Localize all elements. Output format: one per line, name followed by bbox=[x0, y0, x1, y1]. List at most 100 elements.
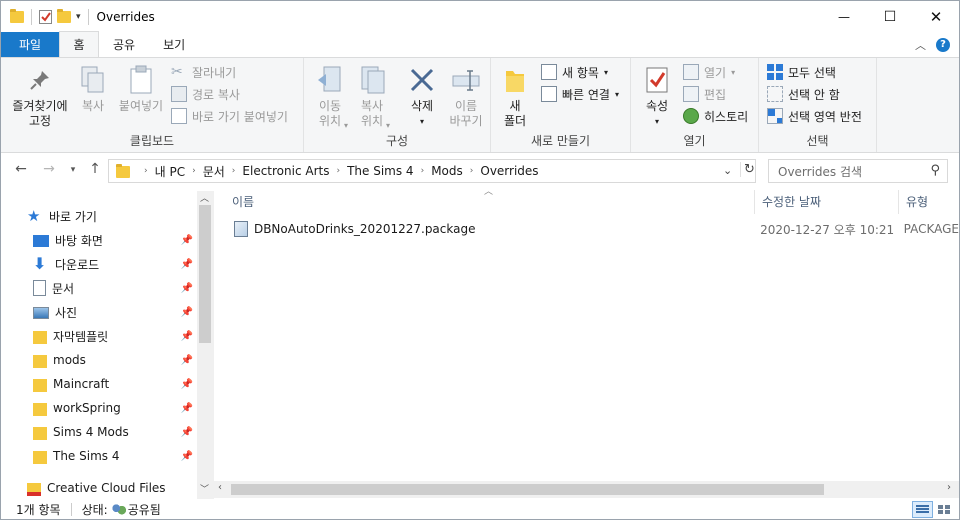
sidebar-item-label: workSpring bbox=[53, 401, 121, 415]
clipboard-group-label: 클립보드 bbox=[129, 134, 175, 148]
chevron-right-icon[interactable]: › bbox=[419, 166, 427, 176]
chevron-right-icon[interactable]: › bbox=[142, 166, 150, 176]
sidebar-item-folder[interactable]: Sims 4 Mods 📌 bbox=[33, 420, 197, 444]
move-to-button[interactable]: 이동 위치 ▾ bbox=[310, 64, 350, 130]
crumb-overrides[interactable]: Overrides bbox=[475, 164, 543, 178]
chevron-right-icon[interactable]: › bbox=[190, 166, 198, 176]
maximize-button[interactable]: ☐ bbox=[867, 1, 913, 32]
new-group-label: 새로 만들기 bbox=[530, 134, 590, 148]
tab-view[interactable]: 보기 bbox=[149, 32, 199, 57]
pin-icon[interactable]: 📌 bbox=[181, 235, 193, 246]
close-button[interactable]: ✕ bbox=[913, 1, 959, 32]
pin-icon[interactable]: 📌 bbox=[181, 331, 193, 342]
file-name: DBNoAutoDrinks_20201227.package bbox=[253, 222, 476, 236]
pin-icon[interactable]: 📌 bbox=[181, 283, 193, 294]
table-row[interactable]: DBNoAutoDrinks_20201227.package 2020-12-… bbox=[228, 218, 959, 240]
pin-icon[interactable]: 📌 bbox=[181, 427, 193, 438]
sidebar-item-downloads[interactable]: ⬇ 다운로드 📌 bbox=[33, 252, 197, 276]
large-icons-view-button[interactable] bbox=[934, 501, 955, 518]
search-input[interactable]: Overrides 검색 ⚲ bbox=[768, 159, 948, 183]
scissors-icon: ✂ bbox=[171, 64, 183, 80]
new-item-button[interactable]: 새 항목 ▾ bbox=[541, 62, 608, 82]
rename-button[interactable]: 이름 바꾸기 bbox=[444, 64, 488, 129]
sidebar-item-folder[interactable]: 자막템플릿 📌 bbox=[33, 324, 197, 348]
address-bar[interactable]: › 내 PC › 문서 › Electronic Arts › The Sims… bbox=[108, 159, 756, 183]
chevron-right-icon[interactable]: › bbox=[468, 166, 476, 176]
paste-button[interactable]: 붙여넣기 bbox=[113, 64, 169, 114]
paste-shortcut-button[interactable]: 바로 가기 붙여넣기 bbox=[171, 106, 288, 126]
easy-access-button[interactable]: 빠른 연결 ▾ bbox=[541, 84, 619, 104]
pin-icon[interactable]: 📌 bbox=[181, 451, 193, 462]
minimize-button[interactable]: — bbox=[821, 1, 867, 32]
invert-selection-button[interactable]: 선택 영역 반전 bbox=[767, 106, 862, 126]
scroll-left-icon[interactable]: ‹ bbox=[218, 482, 222, 493]
select-all-button[interactable]: 모두 선택 bbox=[767, 62, 836, 82]
back-arrow-icon[interactable]: ← bbox=[11, 161, 31, 177]
sidebar-item-creative-cloud[interactable]: Creative Cloud Files bbox=[27, 476, 197, 499]
sidebar-item-folder[interactable]: The Sims 4 📌 bbox=[33, 444, 197, 468]
sidebar-item-desktop[interactable]: 바탕 화면 📌 bbox=[33, 228, 197, 252]
crumb-electronic-arts[interactable]: Electronic Arts bbox=[237, 164, 334, 178]
crumb-mods[interactable]: Mods bbox=[426, 164, 468, 178]
sidebar-item-documents[interactable]: 문서 📌 bbox=[33, 276, 197, 300]
crumb-this-pc[interactable]: 내 PC bbox=[150, 163, 190, 180]
help-icon[interactable]: ? bbox=[936, 37, 950, 52]
forward-arrow-icon[interactable]: → bbox=[39, 161, 59, 177]
copy-to-button[interactable]: 복사 위치 ▾ bbox=[352, 64, 392, 130]
clipboard-group: 즐겨찾기에 고정 복사 붙여넣기 ✂ 잘라내기 경로 복사 바로 가기 붙여넣기… bbox=[1, 58, 304, 152]
sidebar-item-folder[interactable]: Maincraft 📌 bbox=[33, 372, 197, 396]
new-folder-button[interactable]: 새 폴더 bbox=[497, 64, 533, 129]
sidebar-scrollbar[interactable]: ︿ ﹀ bbox=[197, 191, 214, 499]
properties-button[interactable]: 속성 ▾ bbox=[637, 64, 677, 129]
select-group-label: 선택 bbox=[806, 134, 829, 148]
easy-access-icon bbox=[541, 86, 557, 102]
select-all-icon bbox=[767, 64, 783, 80]
chevron-right-icon[interactable]: › bbox=[230, 166, 238, 176]
tab-file[interactable]: 파일 bbox=[1, 32, 59, 57]
select-none-label: 선택 안 함 bbox=[788, 87, 840, 102]
pin-icon[interactable]: 📌 bbox=[181, 259, 193, 270]
tab-share[interactable]: 공유 bbox=[99, 32, 149, 57]
column-header-name[interactable]: 이름 bbox=[232, 188, 254, 214]
scroll-right-icon[interactable]: › bbox=[947, 482, 951, 493]
copy-button[interactable]: 복사 bbox=[73, 64, 113, 114]
status-value: 공유됨 bbox=[127, 503, 161, 517]
properties-check-icon[interactable] bbox=[39, 9, 52, 24]
refresh-icon[interactable]: ↻ bbox=[740, 162, 755, 177]
collapse-ribbon-icon[interactable]: ︿ bbox=[915, 37, 926, 53]
pin-icon[interactable]: 📌 bbox=[181, 403, 193, 414]
sidebar-item-folder[interactable]: workSpring 📌 bbox=[33, 396, 197, 420]
select-none-button[interactable]: 선택 안 함 bbox=[767, 84, 840, 104]
delete-button[interactable]: 삭제 ▾ bbox=[402, 64, 442, 129]
crumb-the-sims-4[interactable]: The Sims 4 bbox=[342, 164, 418, 178]
details-view-button[interactable] bbox=[912, 501, 933, 518]
crumb-documents[interactable]: 문서 bbox=[198, 163, 230, 180]
scroll-up-icon[interactable]: ︿ bbox=[200, 191, 209, 204]
pin-icon[interactable]: 📌 bbox=[181, 307, 193, 318]
column-header-type[interactable]: 유형 bbox=[906, 188, 928, 214]
sidebar-item-folder[interactable]: mods 📌 bbox=[33, 348, 197, 372]
cut-button[interactable]: ✂ 잘라내기 bbox=[171, 62, 236, 82]
edit-button[interactable]: 편집 bbox=[683, 84, 726, 104]
pin-icon[interactable]: 📌 bbox=[181, 379, 193, 390]
recent-locations-chevron-icon[interactable]: ▾ bbox=[63, 165, 83, 175]
delete-label: 삭제 bbox=[410, 99, 434, 113]
open-button[interactable]: 열기 ▾ bbox=[683, 62, 735, 82]
pin-quick-access-button[interactable]: 즐겨찾기에 고정 bbox=[7, 64, 73, 129]
chevron-right-icon[interactable]: › bbox=[334, 166, 342, 176]
history-button[interactable]: 히스토리 bbox=[683, 106, 748, 126]
scroll-down-icon[interactable]: ﹀ bbox=[200, 482, 209, 495]
column-header-date[interactable]: 수정한 날짜 bbox=[762, 188, 821, 214]
pin-icon[interactable]: 📌 bbox=[181, 355, 193, 366]
sidebar-item-quick-access[interactable]: ★ 바로 가기 bbox=[27, 204, 214, 228]
tab-home[interactable]: 홈 bbox=[59, 31, 99, 57]
copy-path-button[interactable]: 경로 복사 bbox=[171, 84, 240, 104]
horizontal-scrollbar[interactable]: ‹ › bbox=[214, 481, 959, 498]
up-arrow-icon[interactable]: ↑ bbox=[85, 161, 105, 177]
sidebar-item-pictures[interactable]: 사진 📌 bbox=[33, 300, 197, 324]
scrollbar-thumb[interactable] bbox=[199, 205, 211, 343]
scrollbar-thumb[interactable] bbox=[231, 484, 824, 495]
customize-qat-dropdown-icon[interactable]: ▾ bbox=[76, 12, 81, 22]
new-folder-icon[interactable] bbox=[57, 8, 71, 23]
address-dropdown-icon[interactable]: ⌄ bbox=[723, 164, 732, 177]
